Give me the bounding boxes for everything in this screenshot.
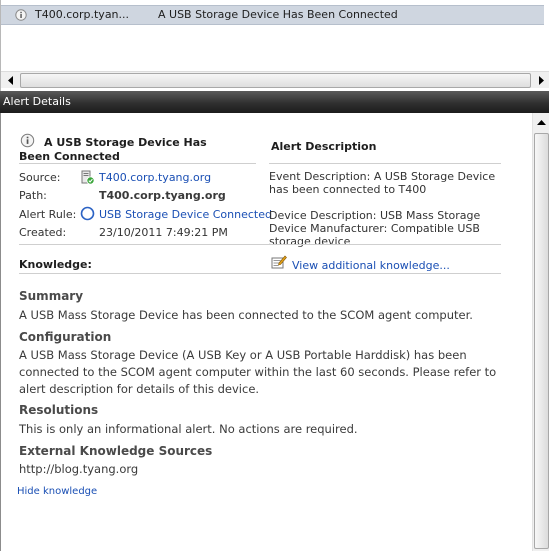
rule-icon: [80, 206, 95, 221]
path-value: T400.corp.tyang.org: [99, 189, 226, 202]
created-label: Created:: [19, 226, 67, 239]
external-knowledge-heading: External Knowledge Sources: [19, 444, 213, 458]
resolutions-text: This is only an informational alert. No …: [19, 422, 358, 436]
alert-description-heading: Alert Description: [271, 140, 377, 153]
knowledge-label: Knowledge:: [19, 258, 92, 271]
device-description: Device Description: USB Mass Storage Dev…: [269, 209, 481, 248]
path-label: Path:: [19, 189, 47, 202]
divider: [19, 273, 501, 274]
alert-rule-link[interactable]: USB Storage Device Connected: [99, 208, 272, 221]
vertical-scrollbar[interactable]: [532, 113, 549, 551]
view-knowledge-link[interactable]: View additional knowledge...: [292, 259, 450, 272]
source-label: Source:: [19, 171, 61, 184]
resolutions-heading: Resolutions: [19, 403, 99, 417]
summary-heading: Summary: [19, 289, 84, 303]
alert-row-name: A USB Storage Device Has Been Connected: [158, 8, 398, 21]
scroll-up-icon[interactable]: [534, 115, 549, 131]
alert-rule-label: Alert Rule:: [19, 208, 77, 221]
source-link[interactable]: T400.corp.tyang.org: [99, 171, 211, 184]
alert-title: A USB Storage Device Has Been Connected: [19, 136, 207, 163]
divider: [19, 244, 501, 245]
event-description: Event Description: A USB Storage Device …: [269, 170, 496, 196]
computer-healthy-icon: [81, 170, 95, 185]
horizontal-scrollbar[interactable]: [1, 71, 549, 88]
external-knowledge-text: http://blog.tyang.org: [19, 462, 139, 476]
alert-row-source: T400.corp.tyan...: [35, 8, 130, 21]
details-pane-title: Alert Details: [3, 95, 71, 108]
alert-row[interactable]: T400.corp.tyan... A USB Storage Device H…: [1, 5, 544, 25]
configuration-heading: Configuration: [19, 330, 112, 344]
scroll-left-icon[interactable]: [3, 73, 19, 88]
hide-knowledge-link[interactable]: Hide knowledge: [17, 486, 97, 497]
edit-knowledge-icon[interactable]: [271, 254, 287, 270]
alert-details-pane: A USB Storage Device Has Been Connected …: [0, 113, 532, 551]
summary-text: A USB Mass Storage Device has been conne…: [19, 308, 473, 322]
vertical-scrollbar-thumb[interactable]: [534, 133, 549, 549]
info-icon: [15, 9, 27, 21]
configuration-text: A USB Mass Storage Device (A USB Key or …: [19, 348, 497, 396]
divider: [269, 163, 501, 164]
scroll-right-icon[interactable]: [533, 73, 549, 88]
created-value: 23/10/2011 7:49:21 PM: [99, 226, 228, 239]
horizontal-scrollbar-thumb[interactable]: [20, 73, 531, 88]
divider: [19, 163, 256, 164]
alert-list: T400.corp.tyan... A USB Storage Device H…: [0, 0, 549, 92]
details-pane-header: Alert Details: [0, 91, 549, 113]
